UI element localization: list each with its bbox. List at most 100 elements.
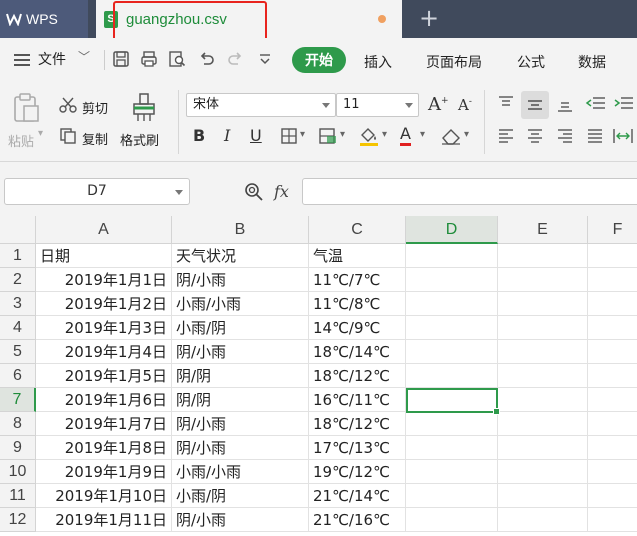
table-cell[interactable]: 21℃/14℃ — [309, 484, 406, 508]
table-cell[interactable] — [588, 412, 637, 436]
table-cell[interactable] — [406, 412, 498, 436]
table-cell[interactable] — [406, 292, 498, 316]
print-icon[interactable] — [140, 50, 158, 68]
file-menu-chevron-icon[interactable]: ﹀ — [78, 48, 90, 65]
table-cell[interactable] — [588, 364, 637, 388]
fill-color-dropdown-icon[interactable]: ▾ — [382, 129, 387, 140]
justify-icon[interactable] — [585, 127, 605, 145]
decrease-indent-icon[interactable] — [585, 95, 607, 113]
table-cell[interactable]: 阴/阴 — [172, 364, 309, 388]
borders-dropdown-icon[interactable]: ▾ — [300, 129, 305, 140]
table-cell[interactable] — [406, 508, 498, 532]
row-header[interactable]: 3 — [0, 292, 36, 316]
table-cell[interactable] — [406, 316, 498, 340]
menu-insert[interactable]: 插入 — [364, 52, 392, 72]
underline-button[interactable]: U — [250, 126, 262, 145]
table-cell[interactable]: 2019年1月4日 — [36, 340, 172, 364]
table-cell[interactable]: 2019年1月6日 — [36, 388, 172, 412]
table-cell[interactable]: 阴/小雨 — [172, 508, 309, 532]
column-header-d[interactable]: D — [406, 216, 498, 244]
column-header-e[interactable]: E — [498, 216, 588, 244]
table-cell[interactable] — [406, 364, 498, 388]
table-cell[interactable] — [406, 244, 498, 268]
table-cell[interactable] — [498, 436, 588, 460]
align-center-icon[interactable] — [525, 127, 545, 145]
table-cell[interactable] — [588, 268, 637, 292]
table-cell[interactable] — [588, 508, 637, 532]
table-cell[interactable]: 阴/小雨 — [172, 412, 309, 436]
cut-button[interactable]: 剪切 — [82, 98, 108, 117]
align-middle-button[interactable] — [521, 91, 549, 119]
row-header[interactable]: 9 — [0, 436, 36, 460]
table-cell[interactable] — [498, 388, 588, 412]
table-cell[interactable]: 2019年1月8日 — [36, 436, 172, 460]
print-preview-icon[interactable] — [168, 50, 186, 68]
row-header[interactable]: 6 — [0, 364, 36, 388]
table-cell[interactable] — [498, 412, 588, 436]
table-cell[interactable] — [588, 388, 637, 412]
align-right-icon[interactable] — [555, 127, 575, 145]
row-header[interactable]: 12 — [0, 508, 36, 532]
table-cell[interactable] — [498, 244, 588, 268]
insert-function-button[interactable]: fx — [274, 182, 289, 201]
table-cell[interactable]: 2019年1月5日 — [36, 364, 172, 388]
table-cell[interactable]: 2019年1月2日 — [36, 292, 172, 316]
row-header[interactable]: 2 — [0, 268, 36, 292]
table-cell[interactable]: 17℃/13℃ — [309, 436, 406, 460]
align-bottom-icon[interactable] — [555, 95, 575, 113]
table-cell[interactable]: 2019年1月7日 — [36, 412, 172, 436]
table-cell[interactable] — [406, 460, 498, 484]
merge-cells-icon[interactable] — [318, 127, 338, 145]
table-cell[interactable]: 阴/阴 — [172, 388, 309, 412]
row-header[interactable]: 5 — [0, 340, 36, 364]
paste-button-label[interactable]: 粘贴 — [8, 131, 34, 150]
format-painter-button[interactable]: 格式刷 — [120, 130, 159, 149]
table-cell[interactable] — [588, 436, 637, 460]
table-cell[interactable]: 2019年1月11日 — [36, 508, 172, 532]
save-icon[interactable] — [112, 50, 130, 68]
table-cell[interactable]: 2019年1月3日 — [36, 316, 172, 340]
undo-icon[interactable] — [198, 50, 216, 68]
paste-icon[interactable] — [12, 92, 42, 124]
hamburger-menu-icon[interactable] — [14, 54, 30, 66]
cut-icon[interactable] — [58, 96, 78, 114]
column-header-c[interactable]: C — [309, 216, 406, 244]
wps-home-tab[interactable]: WPS — [0, 0, 88, 38]
paste-dropdown-icon[interactable]: ▾ — [38, 128, 43, 139]
font-size-select[interactable]: 11 — [336, 93, 419, 117]
font-color-button[interactable]: A — [400, 125, 411, 146]
borders-icon[interactable] — [280, 127, 298, 145]
table-cell[interactable] — [498, 316, 588, 340]
table-cell[interactable]: 阴/小雨 — [172, 340, 309, 364]
table-cell[interactable]: 18℃/14℃ — [309, 340, 406, 364]
table-cell[interactable]: 11℃/7℃ — [309, 268, 406, 292]
table-cell[interactable] — [588, 484, 637, 508]
table-cell[interactable] — [406, 484, 498, 508]
clear-format-eraser-icon[interactable] — [440, 127, 462, 145]
table-cell[interactable] — [588, 340, 637, 364]
table-cell[interactable]: 气温 — [309, 244, 406, 268]
table-cell[interactable]: 16℃/11℃ — [309, 388, 406, 412]
active-cell-d7[interactable] — [406, 388, 500, 415]
table-cell[interactable]: 日期 — [36, 244, 172, 268]
quick-access-dropdown-icon[interactable] — [256, 50, 274, 68]
table-cell[interactable]: 天气状况 — [172, 244, 309, 268]
table-cell[interactable] — [406, 340, 498, 364]
bold-button[interactable]: B — [193, 126, 205, 145]
new-tab-plus-icon[interactable]: + — [415, 6, 443, 32]
table-cell[interactable]: 阴/小雨 — [172, 436, 309, 460]
name-box[interactable]: D7 — [4, 178, 190, 205]
merge-dropdown-icon[interactable]: ▾ — [340, 129, 345, 140]
decrease-font-size-icon[interactable]: A- — [458, 96, 472, 114]
table-cell[interactable]: 2019年1月9日 — [36, 460, 172, 484]
table-cell[interactable] — [406, 436, 498, 460]
table-cell[interactable]: 14℃/9℃ — [309, 316, 406, 340]
column-header-f[interactable]: F — [588, 216, 637, 244]
table-cell[interactable] — [588, 460, 637, 484]
table-cell[interactable] — [498, 364, 588, 388]
table-cell[interactable]: 小雨/小雨 — [172, 460, 309, 484]
table-cell[interactable]: 19℃/12℃ — [309, 460, 406, 484]
table-cell[interactable]: 21℃/16℃ — [309, 508, 406, 532]
formula-input[interactable] — [302, 178, 637, 205]
select-all-corner[interactable] — [0, 216, 36, 244]
